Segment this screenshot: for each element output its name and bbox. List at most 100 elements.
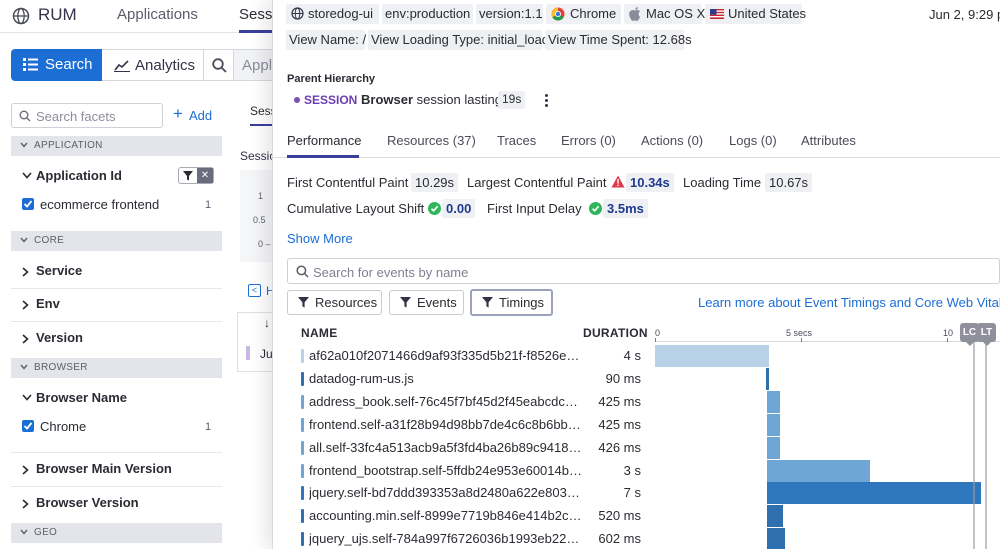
- tab-attributes[interactable]: Attributes: [801, 133, 856, 148]
- facet-filter-pill[interactable]: ✕: [178, 167, 214, 184]
- section-application[interactable]: APPLICATION: [11, 136, 222, 156]
- metric-lcp-value[interactable]: 10.34s: [626, 173, 674, 192]
- waterfall-bar[interactable]: [767, 413, 780, 436]
- resource-duration: 7 s: [623, 485, 641, 501]
- search-mode-button[interactable]: Search: [11, 49, 102, 81]
- tag-version-label: version:1.1: [479, 6, 543, 21]
- chevron-right-icon: [22, 465, 29, 475]
- waterfall-row[interactable]: af62a010f2071466d9af93f335d5b21f-f8526e6…: [293, 345, 1000, 368]
- metric-fcp-value[interactable]: 10.29s: [411, 173, 459, 192]
- filter-resources-button[interactable]: Resources: [287, 290, 382, 315]
- timeline-axis: [655, 341, 1000, 342]
- column-header-name[interactable]: NAME: [301, 326, 338, 340]
- waterfall-row[interactable]: frontend.self-a31f28b94d98bb7de4c6c8b6bb…: [293, 413, 1000, 437]
- tag-country[interactable]: United States: [705, 4, 806, 24]
- warning-icon: [611, 175, 625, 188]
- section-core[interactable]: CORE: [11, 231, 222, 251]
- waterfall-row[interactable]: address_book.self-76c45f7bf45d2f45eabcdc…: [293, 390, 1000, 414]
- resource-duration: 602 ms: [598, 531, 641, 547]
- lt-marker[interactable]: LT: [977, 323, 996, 346]
- session-type-label[interactable]: SESSION: [304, 93, 357, 107]
- checkbox-chrome[interactable]: [22, 420, 34, 432]
- analytics-mode-button[interactable]: Analytics: [102, 49, 204, 81]
- show-more-link[interactable]: Show More: [287, 231, 353, 246]
- tag-time-spent[interactable]: View Time Spent: 12.68s: [545, 30, 692, 50]
- event-search-input[interactable]: [313, 263, 973, 281]
- waterfall-bar[interactable]: [767, 482, 981, 505]
- waterfall-bar[interactable]: [767, 459, 870, 482]
- filter-events-button[interactable]: Events: [389, 290, 464, 315]
- tag-view-loading-type[interactable]: View Loading Type: initial_load: [368, 30, 549, 50]
- facet-version[interactable]: Version: [11, 325, 222, 351]
- timeline-tick-label: 10: [943, 328, 954, 338]
- collapse-icon[interactable]: <: [248, 284, 261, 297]
- resource-type-marker: [301, 509, 304, 524]
- more-options-icon[interactable]: [544, 93, 550, 109]
- tag-view-name-label: View Name: /: [289, 32, 367, 47]
- resource-type-marker: [301, 417, 304, 432]
- search-mode-label: Search: [45, 56, 93, 73]
- metric-loading-time-value[interactable]: 10.67s: [765, 173, 813, 192]
- tag-version[interactable]: version:1.1: [476, 4, 543, 24]
- tab-resources[interactable]: Resources (37): [387, 133, 476, 148]
- tag-env[interactable]: env:production: [382, 4, 473, 24]
- section-geo[interactable]: GEO: [11, 523, 222, 543]
- tag-view-name[interactable]: View Name: /: [286, 30, 367, 50]
- tab-logs[interactable]: Logs (0): [729, 133, 777, 148]
- close-icon[interactable]: ✕: [197, 168, 213, 183]
- tag-os[interactable]: Mac OS X: [624, 4, 706, 24]
- waterfall-bar[interactable]: [767, 436, 780, 459]
- tag-browser[interactable]: Chrome: [546, 4, 621, 24]
- query-search-button[interactable]: [204, 49, 234, 81]
- chevron-right-icon: [22, 267, 29, 277]
- nav-applications[interactable]: Applications: [117, 6, 198, 23]
- sort-desc-icon[interactable]: ↓: [264, 316, 270, 330]
- facet-browser-name[interactable]: Browser Name: [11, 385, 222, 411]
- waterfall-row[interactable]: all.self-33fc4a513acb9a5f3fd4ba26b89c941…: [293, 436, 1000, 460]
- section-geo-label: GEO: [34, 527, 58, 538]
- filter-timings-button[interactable]: Timings: [470, 289, 553, 316]
- facet-service[interactable]: Service: [11, 258, 222, 284]
- facet-browser-version[interactable]: Browser Version: [11, 490, 222, 516]
- tab-performance[interactable]: Performance: [287, 133, 361, 148]
- check-icon: [23, 422, 33, 430]
- facet-search-field[interactable]: [11, 103, 163, 128]
- facet-env[interactable]: Env: [11, 291, 222, 317]
- active-tab-indicator: [287, 155, 359, 158]
- tab-actions[interactable]: Actions (0): [641, 133, 703, 148]
- waterfall-bar[interactable]: [765, 367, 769, 390]
- column-header-duration[interactable]: DURATION: [583, 326, 648, 340]
- waterfall-bar[interactable]: [767, 528, 785, 549]
- waterfall-row[interactable]: frontend_bootstrap.self-5ffdb24e953e6001…: [293, 459, 1000, 483]
- section-browser[interactable]: BROWSER: [11, 358, 222, 378]
- waterfall-row[interactable]: jquery.self-bd7ddd393353a8d2480a622e8034…: [293, 482, 1000, 505]
- table-row-date[interactable]: Ju: [260, 347, 273, 361]
- metric-fid-value[interactable]: 3.5ms: [603, 199, 648, 218]
- facet-browser-main-version[interactable]: Browser Main Version: [11, 456, 222, 482]
- learn-more-link[interactable]: Learn more about Event Timings and Core …: [698, 295, 1000, 310]
- row-status-bar: [246, 346, 250, 360]
- facet-value-count: 1: [205, 421, 212, 433]
- checkbox-ecommerce-frontend[interactable]: [22, 198, 34, 210]
- event-search-field[interactable]: [287, 258, 1000, 284]
- filter-icon: [482, 297, 493, 308]
- chevron-down-icon: [20, 237, 28, 243]
- facet-env-label: Env: [36, 296, 60, 311]
- product-title: RUM: [38, 5, 77, 24]
- waterfall-row[interactable]: accounting.min.self-8999e7719b846e414b2c…: [293, 505, 1000, 528]
- waterfall-bar[interactable]: [767, 390, 780, 413]
- waterfall-bar[interactable]: [655, 345, 769, 367]
- tag-application[interactable]: storedog-ui: [286, 4, 379, 24]
- tag-env-label: env:production: [385, 6, 471, 21]
- facet-search-input[interactable]: [36, 107, 160, 125]
- waterfall-row[interactable]: jquery_ujs.self-784a997f6726036b1993eb22…: [293, 528, 1000, 549]
- waterfall-row[interactable]: datadog-rum-us.js 90 ms: [293, 367, 1000, 391]
- facet-version-label: Version: [36, 330, 83, 345]
- tab-errors[interactable]: Errors (0): [561, 133, 616, 148]
- facet-browser-version-label: Browser Version: [36, 495, 139, 510]
- chevron-right-icon: [22, 499, 29, 509]
- waterfall-bar[interactable]: [767, 505, 783, 528]
- tab-traces[interactable]: Traces: [497, 133, 536, 148]
- metric-cls-value[interactable]: 0.00: [442, 199, 476, 218]
- tag-os-label: Mac OS X: [646, 6, 706, 21]
